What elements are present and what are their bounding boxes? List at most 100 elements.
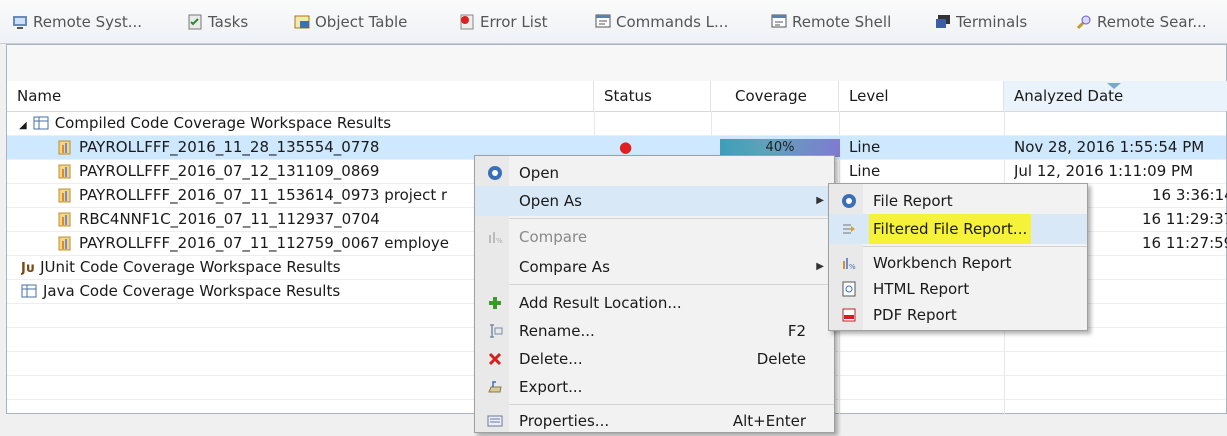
properties-icon: [487, 415, 503, 427]
tree-row-group-compiled[interactable]: ◢ Compiled Code Coverage Workspace Result…: [7, 112, 1226, 136]
object-table-icon: [294, 15, 310, 29]
junit-icon: Jᴜ: [21, 261, 35, 276]
date-value: 16 3:36:14 PM: [1152, 186, 1227, 204]
date-value: 16 11:29:37 AM: [1142, 210, 1227, 228]
menu-label: Export...: [519, 378, 583, 396]
tab-error-list[interactable]: Error List: [459, 10, 548, 34]
menu-item-open[interactable]: Open: [475, 158, 834, 188]
menu-item-pdf-report[interactable]: PDF Report: [829, 300, 1087, 330]
menu-item-filtered-file-report[interactable]: Filtered File Report...: [829, 214, 1087, 244]
group-label: Java Code Coverage Workspace Results: [43, 282, 341, 300]
menu-separator: [509, 284, 834, 285]
view-tab-bar: Remote Syst... Tasks Object Table Error …: [0, 0, 1227, 44]
menu-item-compare-as[interactable]: Compare As ▶: [475, 252, 834, 282]
remote-systems-icon: [13, 16, 27, 29]
date-value: 16 11:27:59 AM: [1142, 234, 1227, 252]
error-list-icon: [460, 14, 474, 30]
tab-label: Object Table: [315, 13, 408, 31]
file-report-icon: [842, 194, 856, 208]
tab-label: Error List: [480, 13, 548, 31]
submenu-arrow-icon: ▶: [816, 261, 824, 272]
html-report-icon: [842, 281, 856, 297]
tab-remote-search[interactable]: Remote Sear...: [1076, 10, 1207, 34]
tab-remote-systems[interactable]: Remote Syst...: [12, 10, 142, 34]
menu-label: Delete...: [519, 350, 583, 368]
collapse-triangle-icon[interactable]: ◢: [19, 120, 27, 131]
remote-shell-icon: [771, 14, 787, 28]
tab-remote-shell[interactable]: Remote Shell: [771, 10, 891, 34]
submenu-arrow-icon: ▶: [816, 195, 824, 206]
menu-label: Open: [519, 164, 560, 182]
rename-icon: [490, 324, 503, 338]
menu-label: Rename...: [519, 322, 595, 340]
compare-icon: %: [489, 232, 503, 245]
tasks-icon: [188, 14, 202, 30]
svg-text:%: %: [849, 263, 856, 271]
level-value: Line: [849, 138, 881, 156]
menu-item-rename[interactable]: Rename... F2: [475, 316, 834, 346]
date-value: Jul 12, 2016 1:11:09 PM: [1014, 162, 1194, 180]
workbench-report-icon: %: [843, 258, 856, 271]
column-coverage[interactable]: Coverage: [711, 81, 839, 111]
result-name: PAYROLLFFF_2016_11_28_135554_0778: [79, 138, 380, 156]
delete-icon: [488, 352, 502, 366]
view-toolbar-strip: [7, 45, 1226, 82]
menu-separator: [509, 404, 834, 405]
pdf-report-icon: [842, 308, 856, 322]
tab-label: Remote Shell: [792, 13, 892, 31]
menu-accelerator: F2: [787, 322, 806, 340]
tab-tasks[interactable]: Tasks: [187, 10, 248, 34]
menu-label: File Report: [873, 192, 953, 210]
java-results-icon: [21, 284, 37, 298]
result-file-icon: [58, 212, 71, 227]
menu-accelerator: Delete: [756, 350, 806, 368]
result-name: PAYROLLFFF_2016_07_12_131109_0869: [79, 162, 380, 180]
svg-text:%: %: [496, 237, 503, 245]
menu-label: Open As: [519, 192, 582, 210]
menu-label: Compare: [519, 228, 588, 246]
menu-label: PDF Report: [873, 306, 957, 324]
level-value: Line: [849, 162, 881, 180]
result-file-icon: [58, 140, 71, 155]
menu-separator: [863, 246, 1087, 247]
commands-log-icon: [595, 14, 611, 28]
open-icon: [488, 166, 502, 180]
menu-label: Properties...: [519, 412, 610, 430]
tab-commands-log[interactable]: Commands L...: [595, 10, 728, 34]
menu-item-file-report[interactable]: File Report: [829, 186, 1087, 216]
result-name: PAYROLLFFF_2016_07_11_153614_0973 projec…: [79, 186, 448, 204]
workspace-results-icon: [33, 116, 49, 130]
column-status[interactable]: Status: [594, 81, 711, 111]
remote-search-icon: [1076, 15, 1091, 30]
tab-label: Tasks: [208, 13, 249, 31]
group-label: JUnit Code Coverage Workspace Results: [40, 258, 341, 276]
open-as-submenu: File Report Filtered File Report... % Wo…: [828, 183, 1088, 331]
terminals-icon: [936, 15, 950, 28]
result-file-icon: [58, 236, 71, 251]
sort-descending-icon: [1107, 83, 1121, 89]
date-value: Nov 28, 2016 1:55:54 PM: [1014, 138, 1205, 156]
export-icon: [488, 381, 502, 393]
menu-item-open-as[interactable]: Open As ▶: [475, 186, 834, 216]
result-name: RBC4NNF1C_2016_07_11_112937_0704: [79, 210, 380, 228]
result-name: PAYROLLFFF_2016_07_11_112759_0067 employ…: [79, 234, 450, 252]
group-label: Compiled Code Coverage Workspace Results: [54, 114, 392, 132]
table-header: Name Status Coverage Level Analyzed Date: [7, 81, 1227, 112]
column-name[interactable]: Name: [7, 81, 594, 111]
tab-terminals[interactable]: Terminals: [935, 10, 1027, 34]
column-level[interactable]: Level: [839, 81, 1004, 111]
menu-item-export[interactable]: Export...: [475, 372, 834, 402]
tab-label: Remote Syst...: [33, 13, 143, 31]
menu-label: Filtered File Report...: [869, 214, 1032, 244]
result-file-icon: [58, 188, 71, 203]
menu-item-properties[interactable]: Properties... Alt+Enter: [475, 406, 834, 436]
tab-object-table[interactable]: Object Table: [294, 10, 407, 34]
tab-label: Remote Sear...: [1097, 13, 1207, 31]
result-file-icon: [58, 164, 71, 179]
menu-item-add-result-location[interactable]: Add Result Location...: [475, 288, 834, 318]
menu-item-compare[interactable]: % Compare: [475, 222, 834, 252]
menu-item-delete[interactable]: Delete... Delete: [475, 344, 834, 374]
tab-label: Commands L...: [616, 13, 729, 31]
menu-label: Compare As: [519, 258, 610, 276]
add-icon: [489, 297, 501, 309]
